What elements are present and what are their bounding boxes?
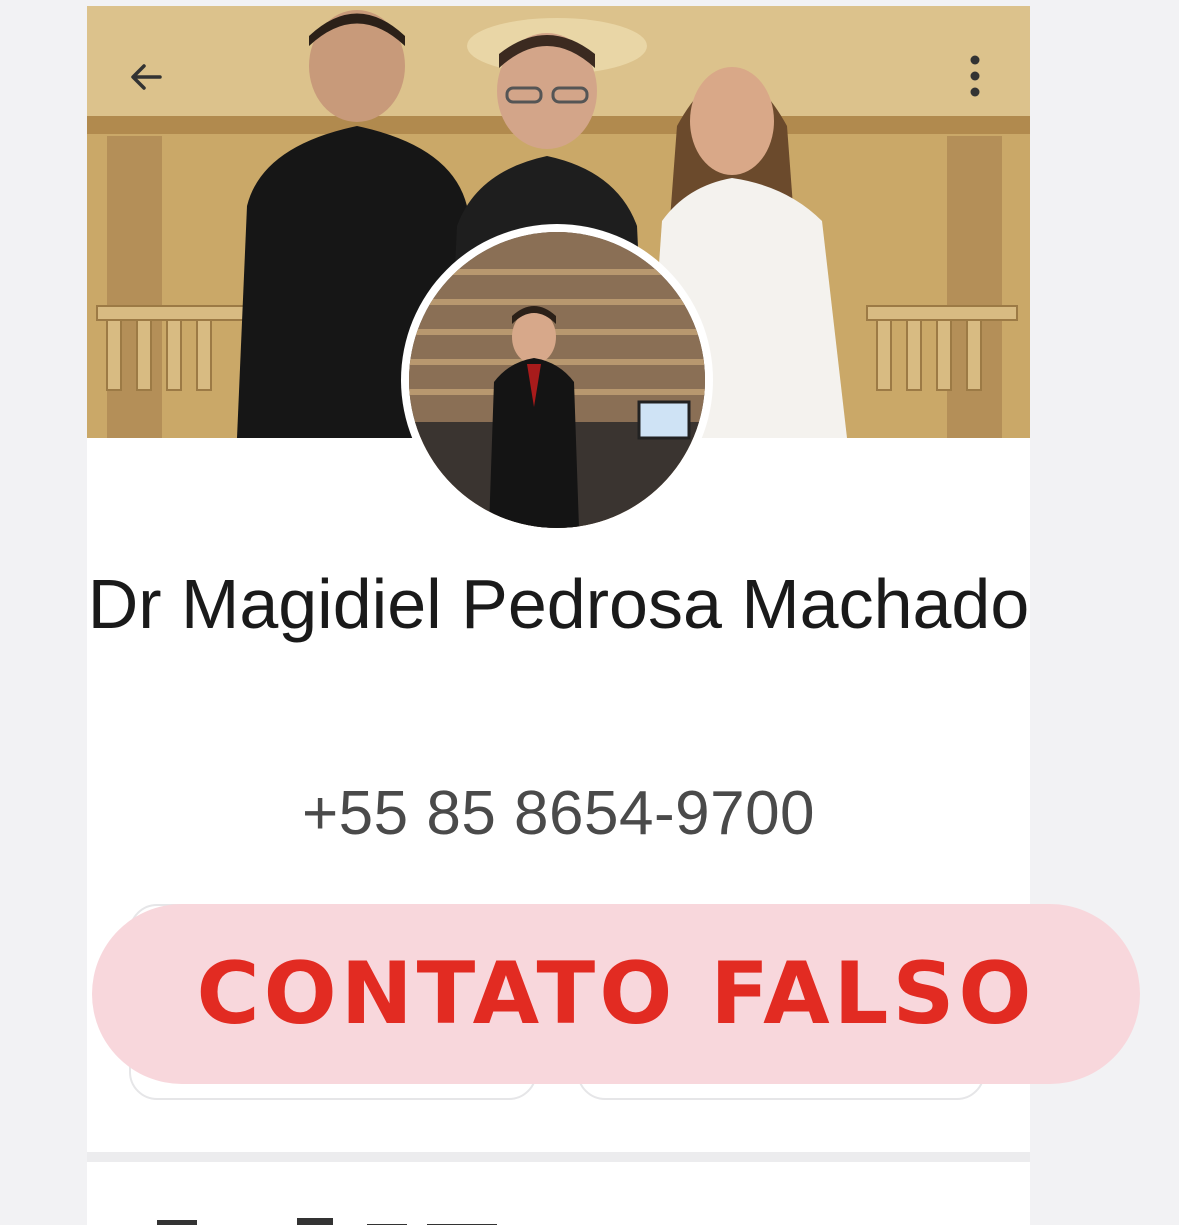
arrow-left-icon xyxy=(131,64,162,90)
profile-avatar[interactable] xyxy=(401,224,713,536)
more-vertical-icon xyxy=(970,55,980,97)
list-icons-partial xyxy=(157,1218,497,1225)
section-divider xyxy=(87,1152,1030,1162)
avatar-photo xyxy=(409,232,705,528)
back-button[interactable] xyxy=(121,52,171,102)
warning-label: CONTATO FALSO xyxy=(196,944,1036,1044)
fake-contact-warning: CONTATO FALSO xyxy=(92,904,1140,1084)
contact-page: Dr Magidiel Pedrosa Machado +55 85 8654-… xyxy=(0,0,1179,1225)
more-options-button[interactable] xyxy=(957,48,993,104)
info-row-partial xyxy=(157,1212,557,1225)
contact-name: Dr Magidiel Pedrosa Machado xyxy=(87,565,1030,643)
avatar-illustration xyxy=(409,232,705,528)
contact-phone[interactable]: +55 85 8654-9700 xyxy=(87,778,1030,849)
